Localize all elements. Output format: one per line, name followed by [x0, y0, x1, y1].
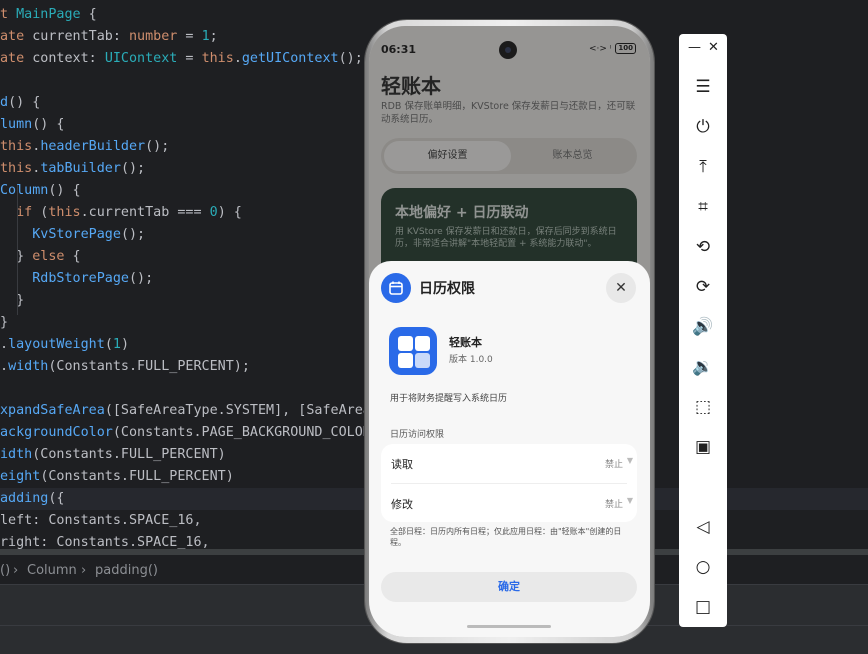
code-line[interactable]: KvStorePage();	[0, 224, 145, 246]
pin-top-icon[interactable]: ⤒	[691, 155, 715, 179]
back-icon[interactable]: ◁	[691, 515, 715, 539]
code-line[interactable]: left: Constants.SPACE_16,	[0, 510, 202, 532]
breadcrumb-item[interactable]: ()	[0, 559, 10, 583]
code-line[interactable]: ate context: UIContext = this.getUIConte…	[0, 48, 363, 70]
recents-icon[interactable]: □	[691, 595, 715, 619]
breadcrumb-item[interactable]: padding()	[95, 559, 158, 583]
home-indicator[interactable]	[467, 625, 551, 628]
breadcrumb-separator: ›	[13, 563, 19, 578]
sheet-title: 日历权限	[419, 281, 475, 297]
code-line[interactable]: eight(Constants.FULL_PERCENT)	[0, 466, 234, 488]
home-icon[interactable]: ○	[691, 555, 715, 579]
minimize-icon[interactable]: —	[688, 40, 701, 55]
close-button[interactable]: ✕	[606, 273, 636, 303]
code-line[interactable]: Column() {	[0, 180, 81, 202]
code-line[interactable]: }	[0, 312, 8, 334]
app-version: 版本 1.0.0	[449, 355, 493, 365]
phone-screen[interactable]: 06:31 <·> ᵎ 100 轻账本 RDB 保存账单明细，KVStore 保…	[369, 26, 650, 637]
code-line[interactable]: xpandSafeArea([SafeAreaType.SYSTEM], [Sa…	[0, 400, 371, 422]
code-line[interactable]: .layoutWeight(1)	[0, 334, 129, 356]
screenshot-icon[interactable]: ▣	[691, 435, 715, 459]
code-line[interactable]: this.headerBuilder();	[0, 136, 169, 158]
breadcrumb-separator: ›	[81, 563, 87, 578]
permission-value: 禁止	[604, 500, 623, 510]
permission-row-read[interactable]: 读取 禁止 ▼	[381, 444, 637, 482]
volume-up-icon[interactable]: 🔊	[691, 315, 715, 339]
permission-row-modify[interactable]: 修改 禁止 ▼	[381, 484, 637, 522]
rotate-left-icon[interactable]: ⟲	[691, 235, 715, 259]
permission-name: 修改	[391, 498, 413, 511]
code-line[interactable]: if (this.currentTab === 0) {	[0, 202, 242, 224]
rotate-right-icon[interactable]: ⟳	[691, 275, 715, 299]
chevron-down-icon: ▼	[626, 496, 633, 505]
app-name: 轻账本	[449, 336, 482, 349]
permission-sheet: 日历权限 ✕ 轻账本 版本 1.0.0 用于将财务提醒写入系统日历 日历访问权限…	[369, 261, 650, 637]
power-icon[interactable]: ⏻	[691, 115, 715, 139]
permission-note: 全部日程：日历内所有日程；仅此应用日程：由"轻账本"创建的日程。	[390, 527, 622, 547]
code-line[interactable]: RdbStorePage();	[0, 268, 153, 290]
shake-icon[interactable]: ⬚	[691, 395, 715, 419]
code-line[interactable]: }	[0, 290, 24, 312]
code-line[interactable]: d() {	[0, 92, 40, 114]
code-line[interactable]: .width(Constants.FULL_PERCENT);	[0, 356, 250, 378]
breadcrumb-item[interactable]: Column	[27, 559, 77, 583]
indent-guide	[17, 229, 18, 299]
code-line[interactable]: } else {	[0, 246, 81, 268]
permission-value: 禁止	[604, 460, 623, 470]
confirm-button[interactable]: 确定	[381, 572, 637, 602]
code-line[interactable]: ate currentTab: number = 1;	[0, 26, 218, 48]
calendar-icon	[381, 273, 411, 303]
menu-icon[interactable]: ☰	[691, 75, 715, 99]
section-label: 日历访问权限	[390, 430, 445, 440]
emulator-toolbar: — ✕ ☰ ⏻ ⤒ ⌗ ⟲ ⟳ 🔊 🔉 ⬚ ▣ ◁ ○ □	[679, 34, 727, 627]
volume-down-icon[interactable]: 🔉	[691, 355, 715, 379]
chevron-down-icon: ▼	[626, 456, 633, 465]
code-line[interactable]: idth(Constants.FULL_PERCENT)	[0, 444, 226, 466]
close-icon: ✕	[615, 280, 627, 296]
code-line[interactable]: t MainPage {	[0, 4, 97, 26]
close-window-icon[interactable]: ✕	[708, 40, 719, 55]
code-line[interactable]: ackgroundColor(Constants.PAGE_BACKGROUND…	[0, 422, 371, 444]
app-icon	[389, 327, 437, 375]
crop-icon[interactable]: ⌗	[691, 195, 715, 219]
permission-name: 读取	[391, 458, 413, 471]
permission-purpose: 用于将财务提醒写入系统日历	[390, 394, 508, 404]
code-line[interactable]: this.tabBuilder();	[0, 158, 145, 180]
permission-list: 读取 禁止 ▼ 修改 禁止 ▼	[381, 444, 637, 522]
code-line[interactable]: lumn() {	[0, 114, 65, 136]
